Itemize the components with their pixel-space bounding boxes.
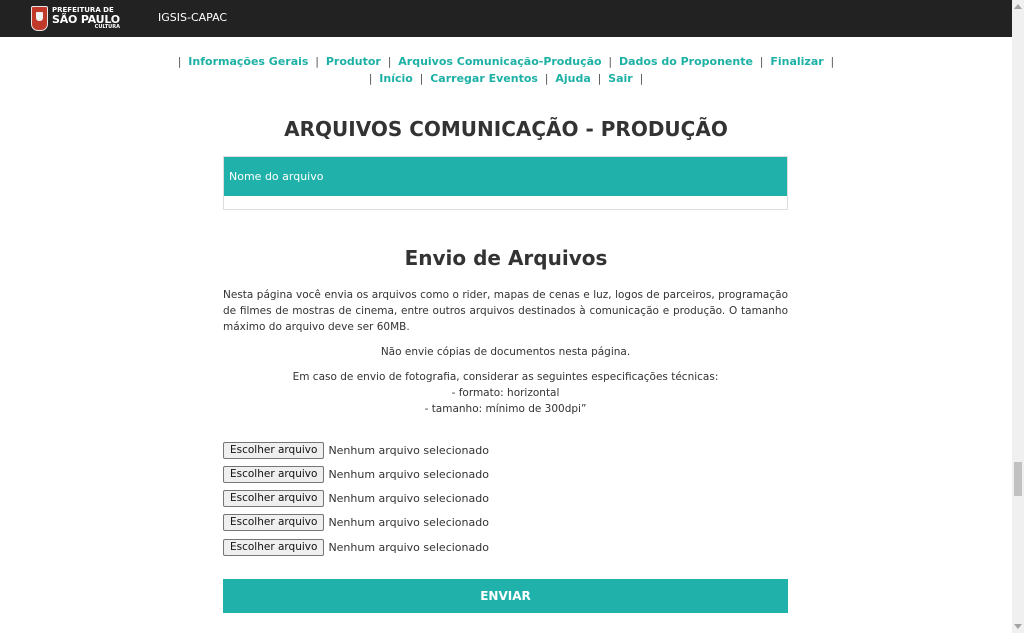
logo-line-3: CULTURA — [94, 24, 120, 30]
nav-menu-row-1: | Informações Gerais | Produtor | Arquiv… — [0, 55, 1012, 68]
nav-link-sair[interactable]: Sair — [608, 72, 633, 85]
nav-separator: | — [597, 72, 602, 85]
vertical-scrollbar[interactable] — [1012, 0, 1024, 633]
nav-link-arquivos-comunicacao-producao[interactable]: Arquivos Comunicação-Produção — [398, 55, 601, 68]
submit-button[interactable]: ENVIAR — [223, 579, 788, 613]
file-input-2[interactable]: Escolher arquivo Nenhum arquivo selecion… — [223, 466, 489, 483]
file-input-4[interactable]: Escolher arquivo Nenhum arquivo selecion… — [223, 514, 489, 531]
nav-separator: | — [608, 55, 613, 68]
choose-file-button[interactable]: Escolher arquivo — [223, 539, 325, 556]
sao-paulo-crest-icon — [31, 6, 48, 31]
nav-link-inicio[interactable]: Início — [379, 72, 413, 85]
photo-spec-format: - formato: horizontal — [451, 387, 560, 399]
nav-separator: | — [759, 55, 764, 68]
logo-text: PREFEITURA DE SÃO PAULO CULTURA — [52, 7, 120, 30]
photo-spec-intro: Em caso de envio de fotografia, consider… — [292, 371, 719, 383]
upload-description: Nesta página você envia os arquivos como… — [223, 289, 788, 333]
top-navbar: PREFEITURA DE SÃO PAULO CULTURA IGSIS-CA… — [0, 0, 1012, 37]
page-title: ARQUIVOS COMUNICAÇÃO - PRODUÇÃO — [284, 117, 728, 141]
file-input-5[interactable]: Escolher arquivo Nenhum arquivo selecion… — [223, 539, 489, 556]
choose-file-button[interactable]: Escolher arquivo — [223, 490, 325, 507]
file-status-text: Nenhum arquivo selecionado — [328, 444, 489, 457]
nav-separator: | — [177, 55, 182, 68]
nav-separator: | — [387, 55, 392, 68]
photo-specifications: Em caso de envio de fotografia, consider… — [223, 369, 788, 417]
file-status-text: Nenhum arquivo selecionado — [328, 492, 489, 505]
files-table: Nome do arquivo — [223, 156, 788, 210]
no-copies-notice: Não envie cópias de documentos nesta pág… — [380, 346, 631, 358]
choose-file-button[interactable]: Escolher arquivo — [223, 466, 325, 483]
file-input-3[interactable]: Escolher arquivo Nenhum arquivo selecion… — [223, 490, 489, 507]
app-title-link[interactable]: IGSIS-CAPAC — [158, 11, 227, 24]
files-table-header: Nome do arquivo — [224, 157, 787, 196]
scrollbar-thumb[interactable] — [1014, 462, 1022, 496]
file-input-1[interactable]: Escolher arquivo Nenhum arquivo selecion… — [223, 442, 489, 459]
nav-link-carregar-eventos[interactable]: Carregar Eventos — [430, 72, 538, 85]
nav-separator: | — [544, 72, 549, 85]
nav-link-informacoes-gerais[interactable]: Informações Gerais — [188, 55, 308, 68]
choose-file-button[interactable]: Escolher arquivo — [223, 442, 325, 459]
nav-link-dados-do-proponente[interactable]: Dados do Proponente — [619, 55, 753, 68]
upload-section-title: Envio de Arquivos — [404, 246, 608, 270]
file-status-text: Nenhum arquivo selecionado — [328, 468, 489, 481]
nav-link-ajuda[interactable]: Ajuda — [555, 72, 590, 85]
nav-link-produtor[interactable]: Produtor — [326, 55, 381, 68]
nav-separator: | — [830, 55, 835, 68]
file-status-text: Nenhum arquivo selecionado — [328, 516, 489, 529]
photo-spec-size: - tamanho: mínimo de 300dpi” — [424, 403, 587, 415]
nav-link-finalizar[interactable]: Finalizar — [770, 55, 823, 68]
scroll-down-arrow-icon[interactable] — [1014, 624, 1022, 629]
scroll-up-arrow-icon[interactable] — [1014, 4, 1022, 9]
prefeitura-logo[interactable]: PREFEITURA DE SÃO PAULO CULTURA — [31, 4, 120, 33]
nav-separator: | — [315, 55, 320, 68]
nav-menu-row-2: | Início | Carregar Eventos | Ajuda | Sa… — [0, 72, 1012, 85]
choose-file-button[interactable]: Escolher arquivo — [223, 514, 325, 531]
nav-separator: | — [419, 72, 424, 85]
file-status-text: Nenhum arquivo selecionado — [328, 541, 489, 554]
nav-separator: | — [368, 72, 373, 85]
nav-separator: | — [639, 72, 644, 85]
